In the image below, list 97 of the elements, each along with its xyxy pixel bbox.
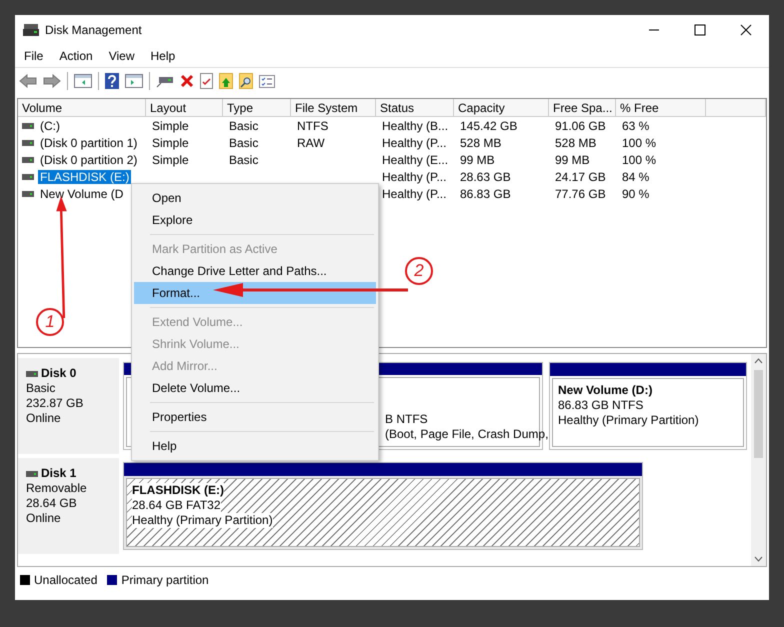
table-cell: Simple: [152, 118, 189, 132]
column-header[interactable]: Layout: [146, 99, 223, 117]
drive-icon: [22, 174, 34, 180]
table-cell: Basic: [229, 136, 258, 150]
table-cell[interactable]: (C:): [38, 118, 62, 132]
table-cell: 145.42 GB: [460, 118, 518, 132]
checklist-icon[interactable]: [259, 74, 275, 88]
disk-size: 232.87 GB: [26, 396, 84, 411]
table-cell[interactable]: FLASHDISK (E:): [38, 170, 132, 184]
table-cell: Healthy (E...: [382, 152, 448, 166]
partition-status: (Boot, Page File, Crash Dump,: [385, 427, 548, 442]
disk-type: Removable: [26, 481, 88, 496]
step-number: 1: [36, 308, 64, 336]
partition-block[interactable]: New Volume (D:) 86.83 GB NTFS Healthy (Primary Partition): [549, 362, 747, 450]
partition-block[interactable]: FLASHDISK (E:) 28.64 GB FAT32 Healthy (Primary Partition): [123, 462, 643, 550]
table-cell: Healthy (P...: [382, 136, 446, 150]
table-cell: Basic: [229, 118, 258, 132]
panel-icon[interactable]: [125, 74, 143, 88]
table-cell: Simple: [152, 136, 189, 150]
table-cell[interactable]: New Volume (D: [38, 186, 126, 200]
disk-status: Online: [26, 511, 62, 526]
table-cell: 77.76 GB: [555, 186, 606, 200]
table-cell: 99 MB: [555, 152, 590, 166]
folder-up-icon[interactable]: [219, 73, 233, 89]
table-cell: 91.06 GB: [555, 118, 606, 132]
column-header[interactable]: Type: [223, 99, 291, 117]
table-cell: 28.63 GB: [460, 170, 511, 184]
menu-item[interactable]: Help: [150, 49, 176, 63]
legend-label: Unallocated: [34, 573, 98, 587]
disk-name: Disk 0: [41, 366, 76, 381]
table-cell: RAW: [297, 136, 325, 150]
table-cell: 528 MB: [460, 136, 502, 150]
partition-title: FLASHDISK (E:): [132, 483, 224, 498]
drive-icon: [22, 122, 34, 128]
table-cell: Healthy (P...: [382, 170, 446, 184]
table-cell: 90 %: [622, 186, 650, 200]
disk-drive-icon: [23, 23, 39, 37]
disk-name: Disk 1: [41, 466, 76, 481]
table-cell: Simple: [152, 152, 189, 166]
partition-title: New Volume (D:): [558, 383, 654, 398]
column-header[interactable]: % Free: [616, 99, 706, 117]
maximize-icon[interactable]: [694, 24, 706, 36]
table-cell[interactable]: (Disk 0 partition 1): [38, 136, 140, 150]
partition-status: Healthy (Primary Partition): [558, 413, 699, 428]
column-header[interactable]: Capacity: [454, 99, 549, 117]
column-header[interactable]: File System: [291, 99, 376, 117]
table-cell: 24.17 GB: [555, 170, 606, 184]
checked-document-icon[interactable]: [200, 73, 213, 89]
forward-icon[interactable]: [43, 74, 61, 88]
drive-icon: [22, 156, 34, 162]
panel-icon[interactable]: [74, 74, 92, 88]
column-header[interactable]: Volume: [18, 99, 146, 117]
drive-icon: [22, 140, 34, 146]
column-header[interactable]: Free Spa...: [549, 99, 616, 117]
table-cell: 100 %: [622, 152, 656, 166]
menu-item[interactable]: Open: [134, 187, 376, 209]
table-cell: 99 MB: [460, 152, 495, 166]
menu-item[interactable]: Change Drive Letter and Paths...: [134, 260, 376, 282]
drive-icon: [26, 370, 38, 376]
menu-item[interactable]: Format...: [134, 282, 376, 311]
disk-status: Online: [26, 411, 62, 426]
menu-item[interactable]: Action: [59, 49, 93, 63]
table-cell: 84 %: [622, 170, 650, 184]
help-icon[interactable]: [105, 73, 119, 89]
menu-item[interactable]: Properties: [134, 406, 376, 435]
menu-item[interactable]: Help: [134, 435, 376, 457]
table-cell: 63 %: [622, 118, 650, 132]
window-title: Disk Management: [45, 23, 142, 37]
back-icon[interactable]: [19, 74, 37, 88]
table-cell: Basic: [229, 152, 258, 166]
delete-icon[interactable]: [180, 74, 194, 88]
scrollbar[interactable]: [751, 354, 766, 566]
menu-item[interactable]: Delete Volume...: [134, 377, 376, 406]
drive-icon: [26, 470, 38, 476]
column-header[interactable]: Status: [376, 99, 454, 117]
menu-item[interactable]: Explore: [134, 209, 376, 238]
disk-size: 28.64 GB: [26, 496, 78, 511]
table-cell: 528 MB: [555, 136, 596, 150]
partition-size: 86.83 GB NTFS: [558, 398, 644, 413]
table-cell: Healthy (B...: [382, 118, 448, 132]
folder-search-icon[interactable]: [239, 73, 253, 89]
table-cell[interactable]: (Disk 0 partition 2): [38, 152, 140, 166]
partition-size: 28.64 GB FAT32: [132, 498, 220, 513]
table-cell: NTFS: [297, 118, 328, 132]
table-cell: 86.83 GB: [460, 186, 511, 200]
partition-size: B NTFS: [385, 412, 429, 427]
table-cell: Healthy (P...: [382, 186, 446, 200]
partition-status: Healthy (Primary Partition): [132, 513, 273, 528]
menu-item[interactable]: View: [108, 49, 134, 63]
close-icon[interactable]: [740, 24, 752, 36]
step-number: 2: [405, 257, 433, 285]
table-cell: 100 %: [622, 136, 656, 150]
menu-item[interactable]: File: [24, 49, 44, 63]
disk-type: Basic: [26, 381, 56, 396]
legend-label: Primary partition: [121, 573, 209, 587]
drive-icon: [22, 190, 34, 196]
drive-icon[interactable]: [156, 74, 174, 88]
